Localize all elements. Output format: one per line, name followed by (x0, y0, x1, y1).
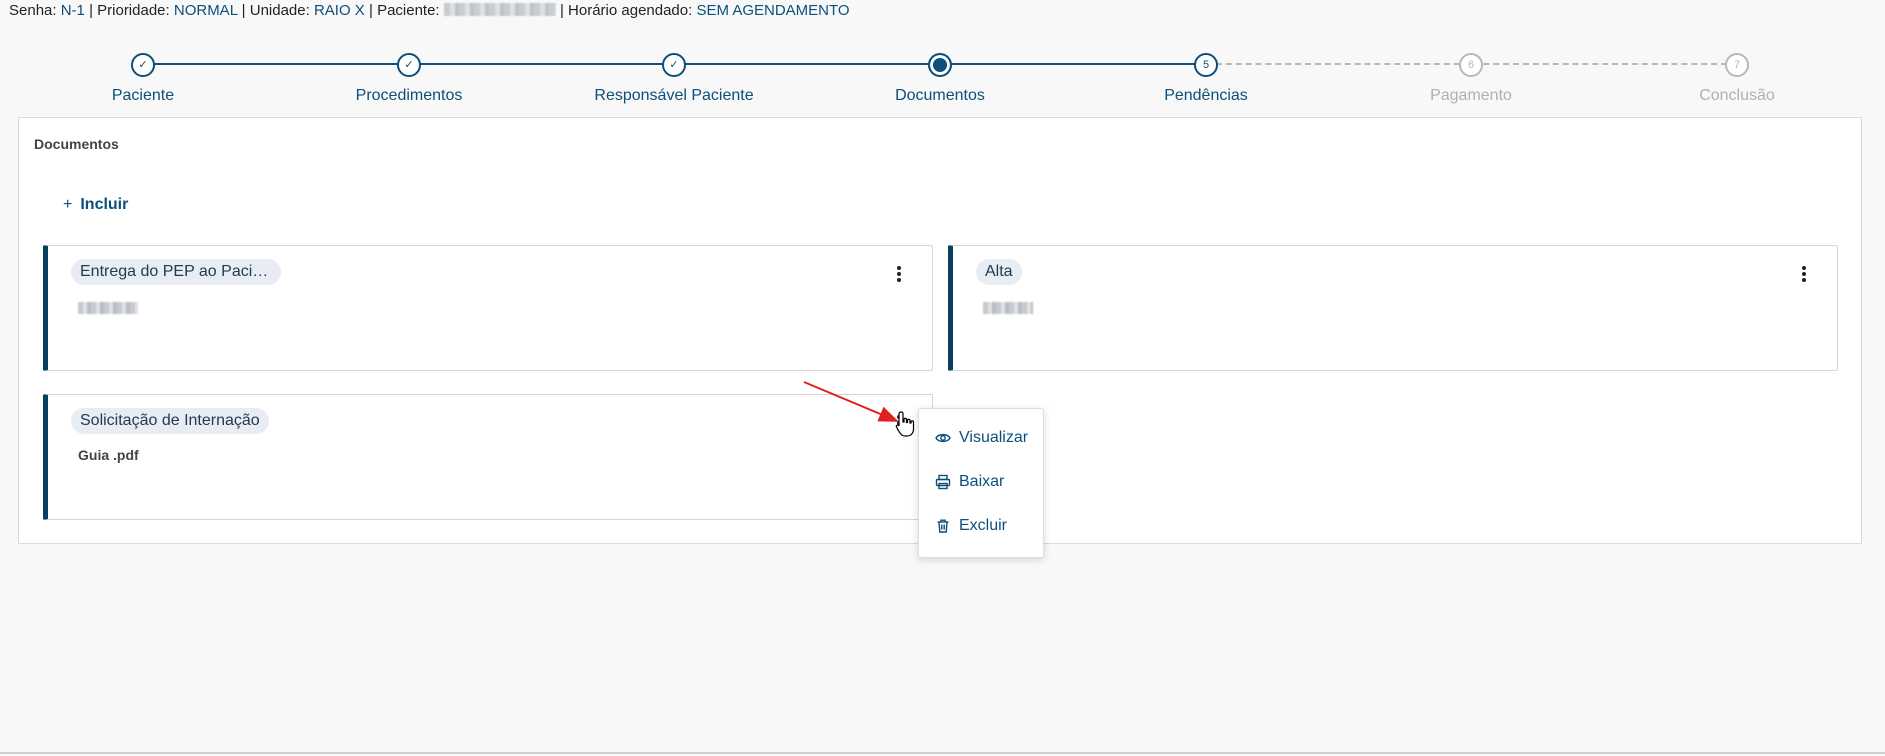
paciente-name-redacted (443, 3, 556, 16)
step-number: 7 (1725, 53, 1749, 77)
document-filename-redacted (983, 302, 1033, 314)
more-options-button[interactable] (1798, 264, 1810, 284)
step-label: Pagamento (1430, 87, 1512, 104)
menu-item-label: Baixar (959, 473, 1005, 490)
document-card: Solicitação de Internação Guia .pdf (43, 394, 933, 520)
prioridade-label: Prioridade: (97, 2, 170, 19)
wizard-stepper: ✓ Paciente ✓ Procedimentos ✓ Responsável… (0, 50, 1885, 110)
kebab-dot (1802, 278, 1806, 282)
kebab-dot (897, 272, 901, 276)
step-responsavel-paciente[interactable]: ✓ Responsável Paciente (554, 50, 794, 105)
step-documentos[interactable]: Documentos (820, 50, 1060, 105)
separator: | (368, 2, 373, 19)
step-pendencias[interactable]: 5 Pendências (1086, 50, 1326, 105)
document-card: Entrega do PEP ao Pacien... (43, 245, 933, 371)
step-number: 6 (1459, 53, 1483, 77)
eye-icon (935, 433, 951, 443)
document-type-tag: Alta (976, 259, 1022, 285)
kebab-dot (1802, 272, 1806, 276)
more-options-button[interactable] (893, 264, 905, 284)
step-number: 5 (1194, 53, 1218, 77)
more-options-button[interactable] (893, 413, 905, 433)
menu-item-visualizar[interactable]: Visualizar (935, 429, 1028, 447)
separator: | (89, 2, 93, 19)
plus-icon: + (63, 196, 73, 213)
kebab-dot (897, 266, 901, 270)
step-conclusao: 7 Conclusão (1617, 50, 1857, 105)
document-type-tag: Entrega do PEP ao Pacien... (71, 259, 281, 285)
step-label: Responsável Paciente (594, 87, 754, 104)
trash-icon (937, 519, 949, 533)
check-icon: ✓ (397, 53, 421, 77)
menu-item-excluir[interactable]: Excluir (935, 517, 1007, 535)
document-type-tag: Solicitação de Internação (71, 408, 269, 434)
kebab-dot (897, 415, 901, 419)
document-card: Alta (948, 245, 1838, 371)
printer-icon (935, 474, 951, 490)
prioridade-value: NORMAL (173, 2, 238, 19)
step-label: Procedimentos (355, 87, 463, 104)
unidade-label: Unidade: (249, 2, 310, 19)
separator: | (559, 2, 564, 19)
step-pagamento: 6 Pagamento (1351, 50, 1591, 105)
panel-title: Documentos (34, 136, 119, 152)
check-icon: ✓ (131, 53, 155, 77)
kebab-dot (897, 427, 901, 431)
include-button[interactable]: + Incluir (63, 196, 128, 214)
step-label: Pendências (1164, 87, 1248, 104)
horario-label: Horário agendado: (568, 2, 693, 19)
current-step-marker (928, 53, 952, 77)
document-actions-menu: Visualizar Baixar Excluir (918, 408, 1044, 558)
senha-value: N-1 (60, 2, 85, 19)
horario-value: SEM AGENDAMENTO (696, 2, 850, 19)
page-bottom-divider (0, 752, 1885, 754)
include-label: Incluir (80, 196, 129, 213)
senha-label: Senha: (9, 2, 57, 19)
kebab-dot (897, 421, 901, 425)
step-paciente[interactable]: ✓ Paciente (23, 50, 263, 105)
separator: | (241, 2, 246, 19)
menu-item-baixar[interactable]: Baixar (935, 473, 1004, 491)
menu-item-label: Excluir (959, 517, 1008, 534)
menu-item-label: Visualizar (959, 429, 1029, 446)
kebab-dot (897, 278, 901, 282)
step-procedimentos[interactable]: ✓ Procedimentos (289, 50, 529, 105)
unidade-value: RAIO X (313, 2, 365, 19)
step-label: Paciente (111, 87, 175, 104)
step-label: Documentos (895, 87, 985, 104)
document-filename-redacted (78, 302, 138, 314)
service-info-bar: Senha: N-1 | Prioridade: NORMAL | Unidad… (9, 2, 850, 19)
paciente-label: Paciente: (377, 2, 440, 19)
check-icon: ✓ (662, 53, 686, 77)
document-filename[interactable]: Guia .pdf (78, 447, 139, 463)
kebab-dot (1802, 266, 1806, 270)
step-label: Conclusão (1699, 87, 1775, 104)
